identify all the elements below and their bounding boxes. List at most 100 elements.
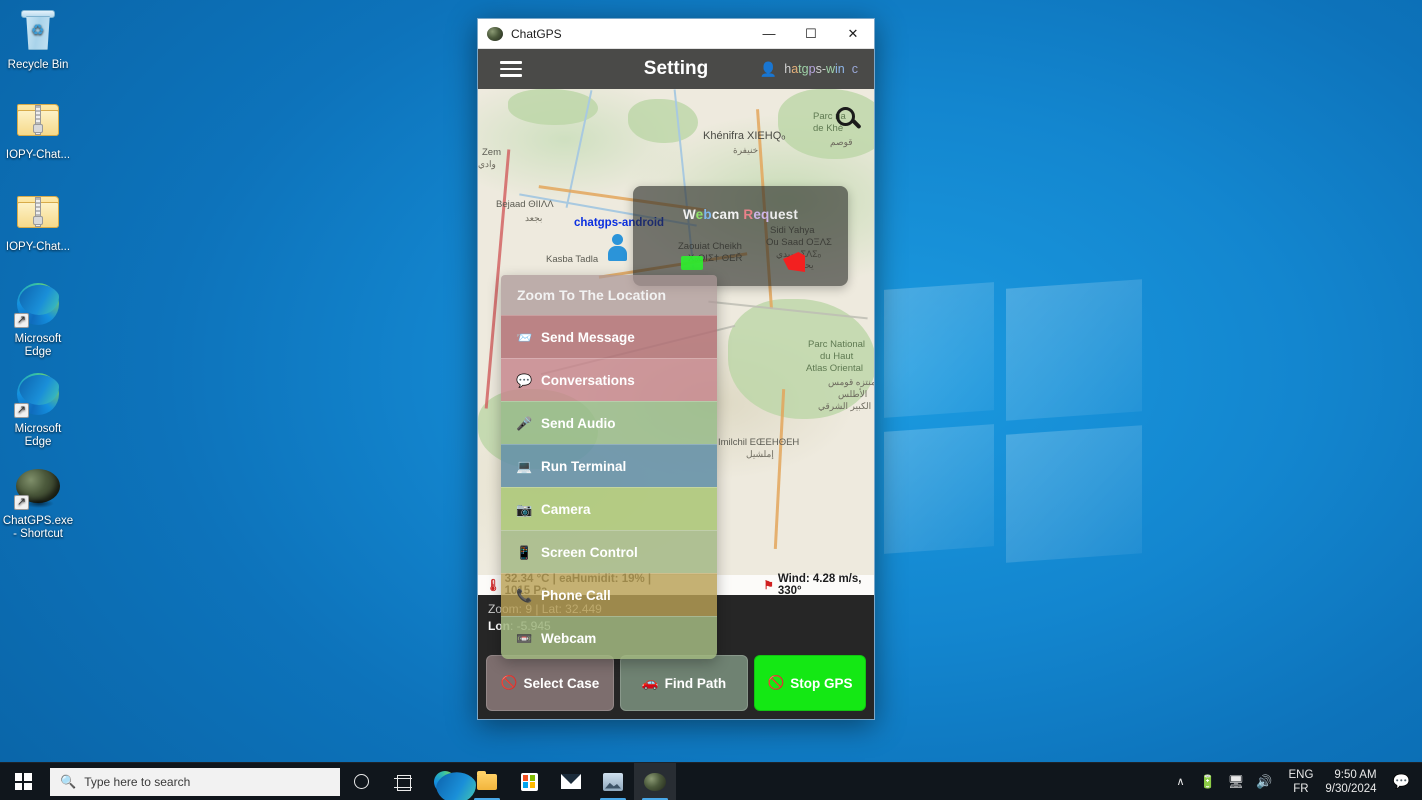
zip-folder-icon [14, 188, 62, 236]
menu-item-label: Camera [541, 501, 591, 517]
taskbar-microsoft-store-icon[interactable] [508, 763, 550, 800]
mail-icon: 📨 [516, 329, 533, 345]
task-view-icon[interactable] [382, 763, 424, 800]
desktop-icon-label: Microsoft Edge [14, 423, 62, 448]
map-label: الأطلس [838, 389, 868, 399]
taskbar-search-input[interactable]: 🔍 Type here to search [50, 767, 340, 796]
zip-folder-icon [14, 96, 62, 144]
taskbar-file-explorer-icon[interactable] [466, 763, 508, 800]
car-icon: 🚗 [641, 675, 659, 690]
taskbar-mail-icon[interactable] [550, 763, 592, 800]
menu-item-screen-control[interactable]: 📱 Screen Control [501, 530, 717, 573]
desktop-icon-iopy-chat-2[interactable]: IOPY-Chat... [0, 188, 76, 254]
close-button[interactable]: ✕ [832, 19, 874, 49]
desktop: ♻ Recycle Bin IOPY-Chat... IOPY-Chat... … [0, 0, 1422, 800]
window-title: ChatGPS [511, 26, 562, 41]
start-button[interactable] [0, 763, 46, 800]
map-label: بجعد [525, 213, 543, 223]
map-label: Zem [482, 147, 501, 158]
no-entry-icon: 🚫 [500, 675, 518, 690]
recycle-bin-icon: ♻ [14, 6, 62, 54]
map-label: قوصم [830, 137, 853, 147]
clock[interactable]: 9:50 AM 9/30/2024 [1323, 768, 1388, 796]
menu-item-camera[interactable]: 📷 Camera [501, 487, 717, 530]
user-info[interactable]: 👤 hatgps-win c [760, 61, 874, 78]
network-icon[interactable]: 🖥 [1222, 774, 1251, 790]
taskbar-app-icon[interactable] [592, 763, 634, 800]
minimize-button[interactable]: — [748, 19, 790, 49]
windows-logo-icon [14, 773, 32, 790]
windows-wallpaper-logo [884, 279, 1142, 563]
stop-gps-label: Stop GPS [790, 675, 853, 691]
find-path-label: Find Path [664, 675, 727, 691]
username-label: hatgps-win [784, 62, 845, 76]
desktop-icon-label: IOPY-Chat... [5, 241, 71, 253]
map-terrain [628, 99, 698, 143]
webcam-icon: 📼 [516, 630, 533, 646]
taskbar-edge-icon[interactable] [424, 763, 466, 800]
map-label: du Haut [820, 351, 854, 362]
username-tail: c [851, 62, 858, 76]
chatgps-icon [487, 26, 503, 41]
accept-call-icon[interactable] [681, 256, 703, 270]
map-search-icon[interactable] [836, 107, 862, 133]
chatgps-globe-icon: ↗ [14, 462, 62, 510]
desktop-icon-label: Microsoft Edge [14, 333, 62, 358]
menu-header-zoom-to-location[interactable]: Zoom To The Location [501, 275, 717, 315]
find-path-button[interactable]: 🚗 Find Path [620, 655, 748, 711]
menu-item-send-audio[interactable]: 🎤 Send Audio [501, 401, 717, 444]
decline-call-icon[interactable] [783, 252, 805, 272]
system-tray: ∧ 🔋 🖥 🔊 ENG FR 9:50 AM 9/30/2024 💬 [1168, 763, 1422, 800]
menu-item-label: Run Terminal [541, 458, 627, 474]
menu-item-send-message[interactable]: 📨 Send Message [501, 315, 717, 358]
desktop-icon-label: IOPY-Chat... [5, 149, 71, 161]
select-case-button[interactable]: 🚫 Select Case [486, 655, 614, 711]
stop-gps-icon: 🚫 [767, 675, 785, 690]
clock-date: 9/30/2024 [1325, 782, 1377, 795]
menu-item-conversations[interactable]: 💬 Conversations [501, 358, 717, 401]
cortana-icon[interactable] [340, 763, 382, 800]
menu-item-webcam[interactable]: 📼 Webcam [501, 616, 717, 659]
weather-wind-text: Wind: 4.28 m/s, 330° [777, 573, 862, 595]
desktop-icon-recycle-bin[interactable]: ♻ Recycle Bin [0, 6, 76, 72]
map-label: خنيفرة [733, 145, 759, 155]
desktop-icon-iopy-chat-1[interactable]: IOPY-Chat... [0, 96, 76, 162]
phone-screen-icon: 📱 [516, 544, 533, 560]
footer-actions: 🚫 Select Case 🚗 Find Path 🚫 Stop GPS [478, 653, 874, 719]
webcam-request-dialog[interactable]: Webcam Request [633, 186, 848, 286]
search-placeholder: Type here to search [84, 774, 191, 789]
desktop-icon-microsoft-edge-1[interactable]: ↗ Microsoft Edge [0, 280, 76, 359]
stop-gps-button[interactable]: 🚫 Stop GPS [754, 655, 866, 711]
select-case-label: Select Case [523, 675, 600, 691]
menu-item-label: Send Message [541, 329, 635, 345]
map-label: منتزه قومس [828, 377, 874, 387]
notifications-icon[interactable]: 💬 [1389, 773, 1422, 790]
edge-icon: ↗ [14, 280, 62, 328]
language-line-1: ENG [1288, 768, 1314, 781]
actions-side-menu[interactable]: Zoom To The Location 📨 Send Message 💬 Conve… [501, 275, 717, 659]
battery-icon[interactable]: 🔋 [1194, 774, 1222, 790]
menu-item-run-terminal[interactable]: 💻 Run Terminal [501, 444, 717, 487]
map-label: وادي [478, 159, 496, 169]
map-device-marker[interactable] [608, 234, 627, 261]
clock-time: 9:50 AM [1334, 768, 1377, 781]
map-label: الكبير الشرقي [818, 401, 872, 411]
language-indicator[interactable]: ENG FR [1278, 768, 1323, 796]
desktop-icon-label: Recycle Bin [7, 59, 69, 71]
taskbar-chatgps-icon[interactable] [634, 762, 676, 800]
menu-item-label: Phone Call [541, 587, 611, 603]
phone-call-icon: 📞 [516, 587, 533, 603]
menu-item-label: Screen Control [541, 544, 638, 560]
menu-item-label: Send Audio [541, 415, 616, 431]
desktop-icon-microsoft-edge-2[interactable]: ↗ Microsoft Edge [0, 370, 76, 449]
chatgps-window: ChatGPS — ☐ ✕ Setting 👤 hatgps-win c Zem… [477, 18, 875, 720]
shortcut-arrow-icon: ↗ [14, 495, 29, 510]
map-label: إملشيل [746, 449, 774, 459]
volume-icon[interactable]: 🔊 [1250, 774, 1278, 790]
desktop-icon-chatgps-shortcut[interactable]: ↗ ChatGPS.exe - Shortcut [0, 462, 76, 541]
hamburger-menu-icon[interactable] [500, 57, 522, 81]
thermometer-icon: 🌡 [486, 580, 501, 592]
maximize-button[interactable]: ☐ [790, 19, 832, 49]
menu-item-phone-call[interactable]: 📞 Phone Call [501, 573, 717, 616]
show-hidden-icons-chevron[interactable]: ∧ [1168, 775, 1194, 788]
